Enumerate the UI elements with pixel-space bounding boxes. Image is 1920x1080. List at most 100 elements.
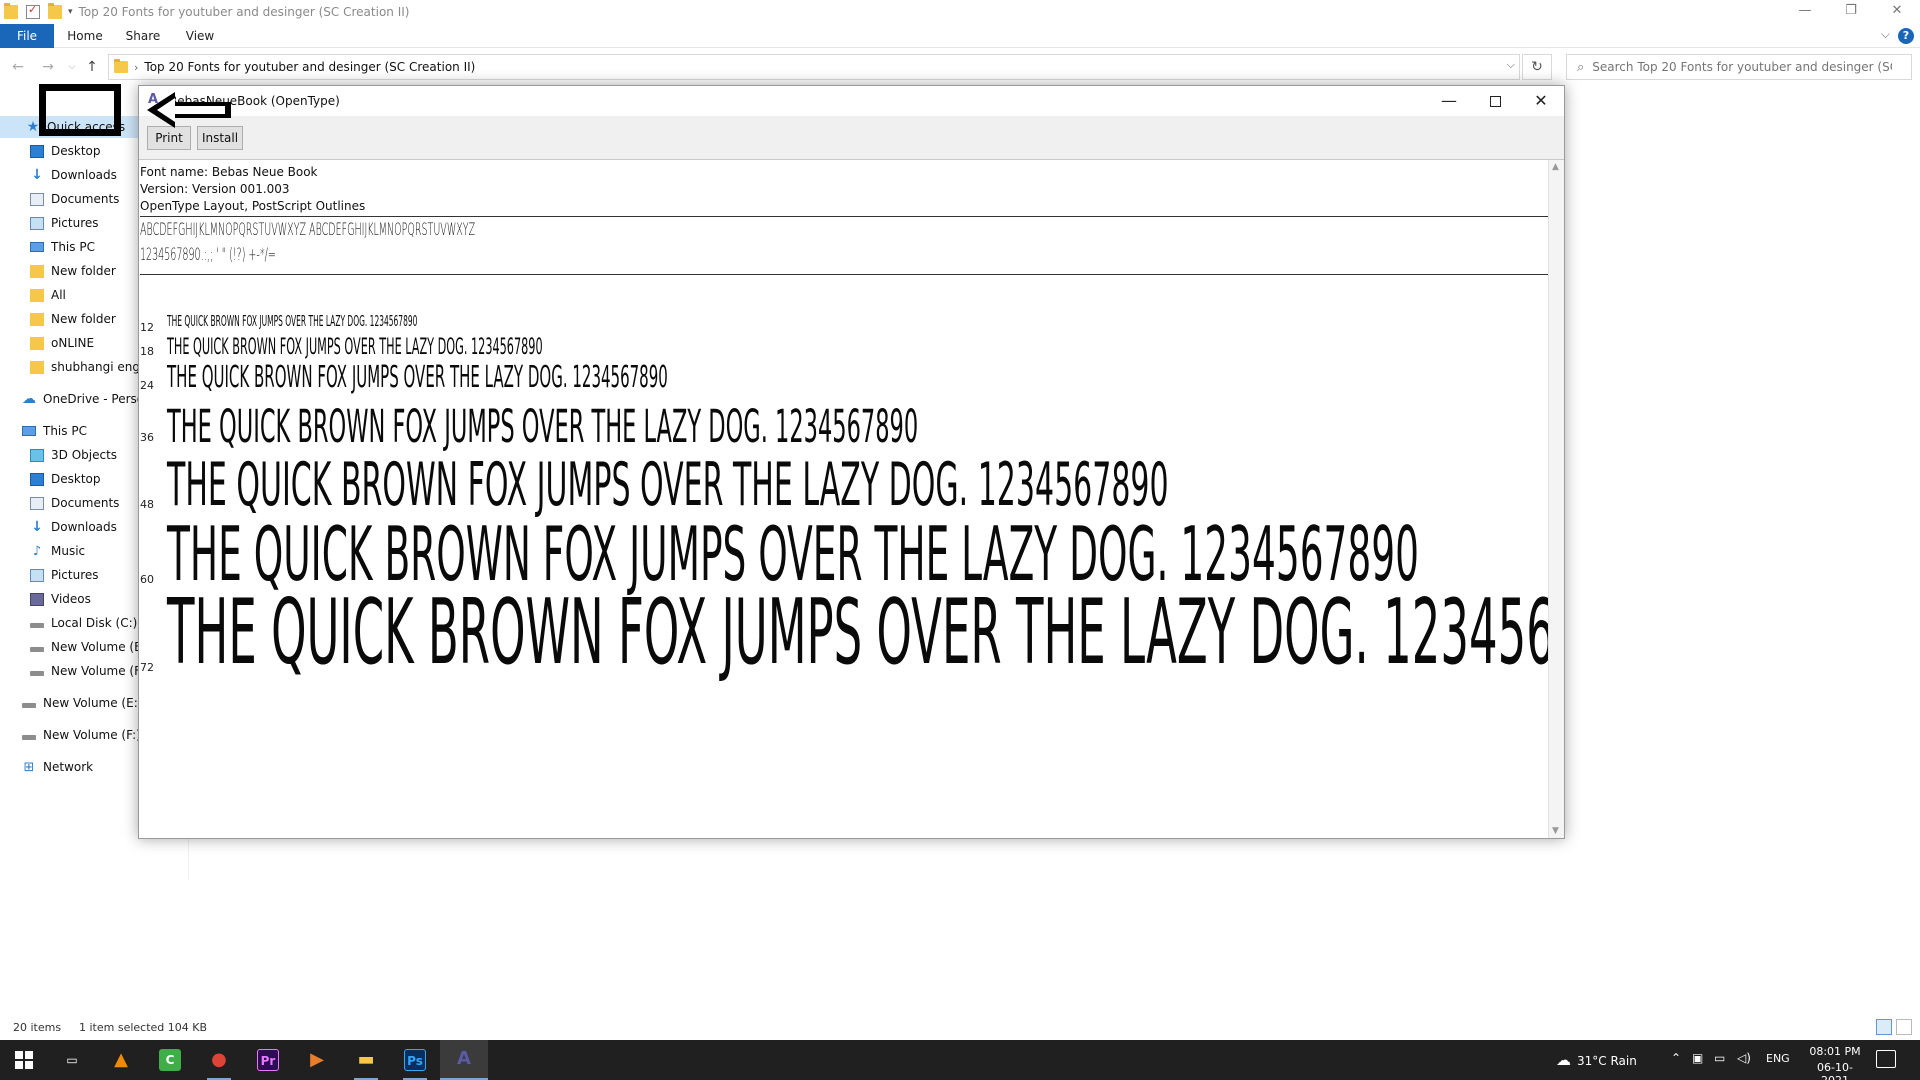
tab-view[interactable]: View <box>179 24 221 48</box>
help-icon[interactable]: ? <box>1898 28 1914 44</box>
minimize-button[interactable]: — <box>1426 86 1472 116</box>
address-path[interactable]: Top 20 Fonts for youtuber and desinger (… <box>144 60 475 74</box>
premiere-pro-icon: Pr <box>257 1049 279 1071</box>
sample-size-label: 60 <box>140 573 154 586</box>
weather-widget[interactable]: ☁ 31°C Rain <box>1556 1051 1637 1069</box>
sidebar-item-downloads[interactable]: ↓ Downloads <box>0 516 140 538</box>
scroll-up-icon[interactable]: ▲ <box>1552 162 1559 172</box>
sidebar-item-pictures[interactable]: Pictures <box>0 212 140 234</box>
file-explorer-icon: ▬ <box>357 1049 375 1070</box>
sidebar-item-documents[interactable]: Documents <box>0 188 140 210</box>
sidebar-item-new-volume-e[interactable]: New Volume (E:) <box>0 636 140 658</box>
taskbar-media-player[interactable]: ▶ <box>293 1040 341 1080</box>
minimize-button[interactable]: — <box>1782 0 1828 24</box>
refresh-icon[interactable]: ↻ <box>1522 54 1552 80</box>
properties-icon[interactable] <box>26 3 40 19</box>
sidebar-item-desktop[interactable]: Desktop <box>0 140 140 162</box>
media-player-icon: ▶ <box>310 1049 324 1070</box>
sidebar-item-new-volume-f[interactable]: New Volume (F:) <box>0 724 140 746</box>
sidebar-item-music[interactable]: ♪ Music <box>0 540 140 562</box>
network-icon[interactable]: ▭ <box>1714 1051 1725 1065</box>
sidebar-item-videos[interactable]: Videos <box>0 588 140 610</box>
chevron-down-icon[interactable]: ⌵ <box>1881 27 1890 42</box>
chevron-right-icon[interactable]: › <box>134 61 138 74</box>
vertical-scrollbar[interactable]: ▲ ▼ <box>1548 160 1564 838</box>
sidebar-item-pictures[interactable]: Pictures <box>0 564 140 586</box>
sidebar-item-this-pc[interactable]: This PC <box>0 236 140 258</box>
sidebar-item-new-volume-e[interactable]: New Volume (E:) <box>0 692 140 714</box>
taskbar-font-viewer[interactable]: A <box>440 1040 488 1080</box>
taskbar-file-explorer[interactable]: ▬ <box>342 1040 390 1080</box>
tab-share[interactable]: Share <box>122 24 164 48</box>
recent-locations-icon[interactable]: ⌵ <box>62 56 82 78</box>
desktop-icon <box>30 472 44 486</box>
clock-date[interactable]: 06-10-2021 <box>1804 1061 1866 1080</box>
drive-icon <box>22 703 36 708</box>
security-icon[interactable]: ▣ <box>1692 1051 1703 1065</box>
sidebar-item-onedrive-personal[interactable]: ☁ OneDrive - Personal <box>0 388 140 410</box>
search-box[interactable]: ⌕ <box>1566 54 1912 80</box>
drive-icon <box>30 671 44 676</box>
folder-icon <box>30 264 44 278</box>
close-button[interactable]: ✕ <box>1518 86 1564 116</box>
sidebar-item-downloads[interactable]: ↓ Downloads <box>0 164 140 186</box>
search-input[interactable] <box>1592 60 1893 74</box>
customize-toolbar-icon[interactable]: ▾ <box>68 7 73 17</box>
taskbar-vlc[interactable]: ▲ <box>97 1040 145 1080</box>
sidebar-item-desktop[interactable]: Desktop <box>0 468 140 490</box>
maximize-button[interactable] <box>1472 86 1518 116</box>
sidebar-item-this-pc[interactable]: This PC <box>0 420 140 442</box>
folder-icon <box>30 336 44 350</box>
address-bar[interactable]: › Top 20 Fonts for youtuber and desinger… <box>108 54 1520 80</box>
alphabet-preview: ABCDEFGHIJKLMNOPQRSTUVWXYZ ABCDEFGHIJKLM… <box>140 220 476 240</box>
scroll-down-icon[interactable]: ▼ <box>1552 826 1559 836</box>
notification-icon[interactable] <box>1876 1050 1896 1068</box>
sidebar-item-all[interactable]: All <box>0 284 140 306</box>
input-language[interactable]: ENG <box>1766 1052 1790 1065</box>
volume-icon[interactable]: ◁) <box>1737 1051 1751 1065</box>
details-view-icon[interactable] <box>1876 1019 1892 1035</box>
sidebar-item-new-folder[interactable]: New folder <box>0 308 140 330</box>
font-version-line: Version: Version 001.003 <box>140 182 290 196</box>
taskbar-photoshop[interactable]: Ps <box>391 1040 439 1080</box>
pictures-icon <box>30 568 44 582</box>
chevron-up-icon[interactable]: ⌃ <box>1671 1051 1681 1065</box>
sidebar-item-online[interactable]: oNLINE <box>0 332 140 354</box>
sidebar-item-documents[interactable]: Documents <box>0 492 140 514</box>
clock-time[interactable]: 08:01 PM <box>1804 1045 1866 1058</box>
status-bar: 20 items 1 item selected 104 KB <box>0 1016 1920 1038</box>
sidebar-item-3d-objects[interactable]: 3D Objects <box>0 444 140 466</box>
sidebar-item-new-volume-f[interactable]: New Volume (F:) <box>0 660 140 682</box>
sidebar-item-network[interactable]: ⊞ Network <box>0 756 140 778</box>
new-folder-icon[interactable] <box>48 3 62 19</box>
taskbar-camtasia[interactable]: C <box>146 1040 194 1080</box>
forward-arrow-icon[interactable]: → <box>38 56 58 78</box>
sidebar-item-shubhangi-engement[interactable]: shubhangi engement <box>0 356 140 378</box>
windows-logo-icon <box>15 1051 33 1069</box>
divider <box>140 216 1548 217</box>
tab-file[interactable]: File <box>0 24 54 48</box>
sidebar-item-label: New Volume (E:) <box>51 640 140 654</box>
folder-icon <box>4 3 18 19</box>
tab-home[interactable]: Home <box>64 24 106 48</box>
sidebar-item-local-disk-c[interactable]: Local Disk (C:) <box>0 612 140 634</box>
video-icon <box>30 592 44 606</box>
back-arrow-icon[interactable]: ← <box>8 56 28 78</box>
taskbar-task-view[interactable]: ▭ <box>48 1040 96 1080</box>
large-icons-view-icon[interactable] <box>1896 1019 1912 1035</box>
sidebar-item-new-folder[interactable]: New folder <box>0 260 140 282</box>
taskbar-chrome[interactable]: ● <box>195 1040 243 1080</box>
close-button[interactable]: ✕ <box>1874 0 1920 24</box>
sidebar-item-label: Network <box>43 760 94 774</box>
taskbar-premiere-pro[interactable]: Pr <box>244 1040 292 1080</box>
desktop-icon <box>30 144 44 158</box>
restore-button[interactable]: ❐ <box>1828 0 1874 24</box>
sidebar-item-label: Music <box>51 544 86 558</box>
up-arrow-icon[interactable]: ↑ <box>82 56 102 78</box>
start-button[interactable] <box>0 1040 48 1080</box>
sidebar-item-label: Pictures <box>51 216 99 230</box>
star-icon: ★ <box>26 118 40 135</box>
camtasia-icon: C <box>159 1049 181 1071</box>
chevron-down-icon[interactable]: ⌵ <box>1507 58 1515 72</box>
computer-icon <box>30 242 44 252</box>
